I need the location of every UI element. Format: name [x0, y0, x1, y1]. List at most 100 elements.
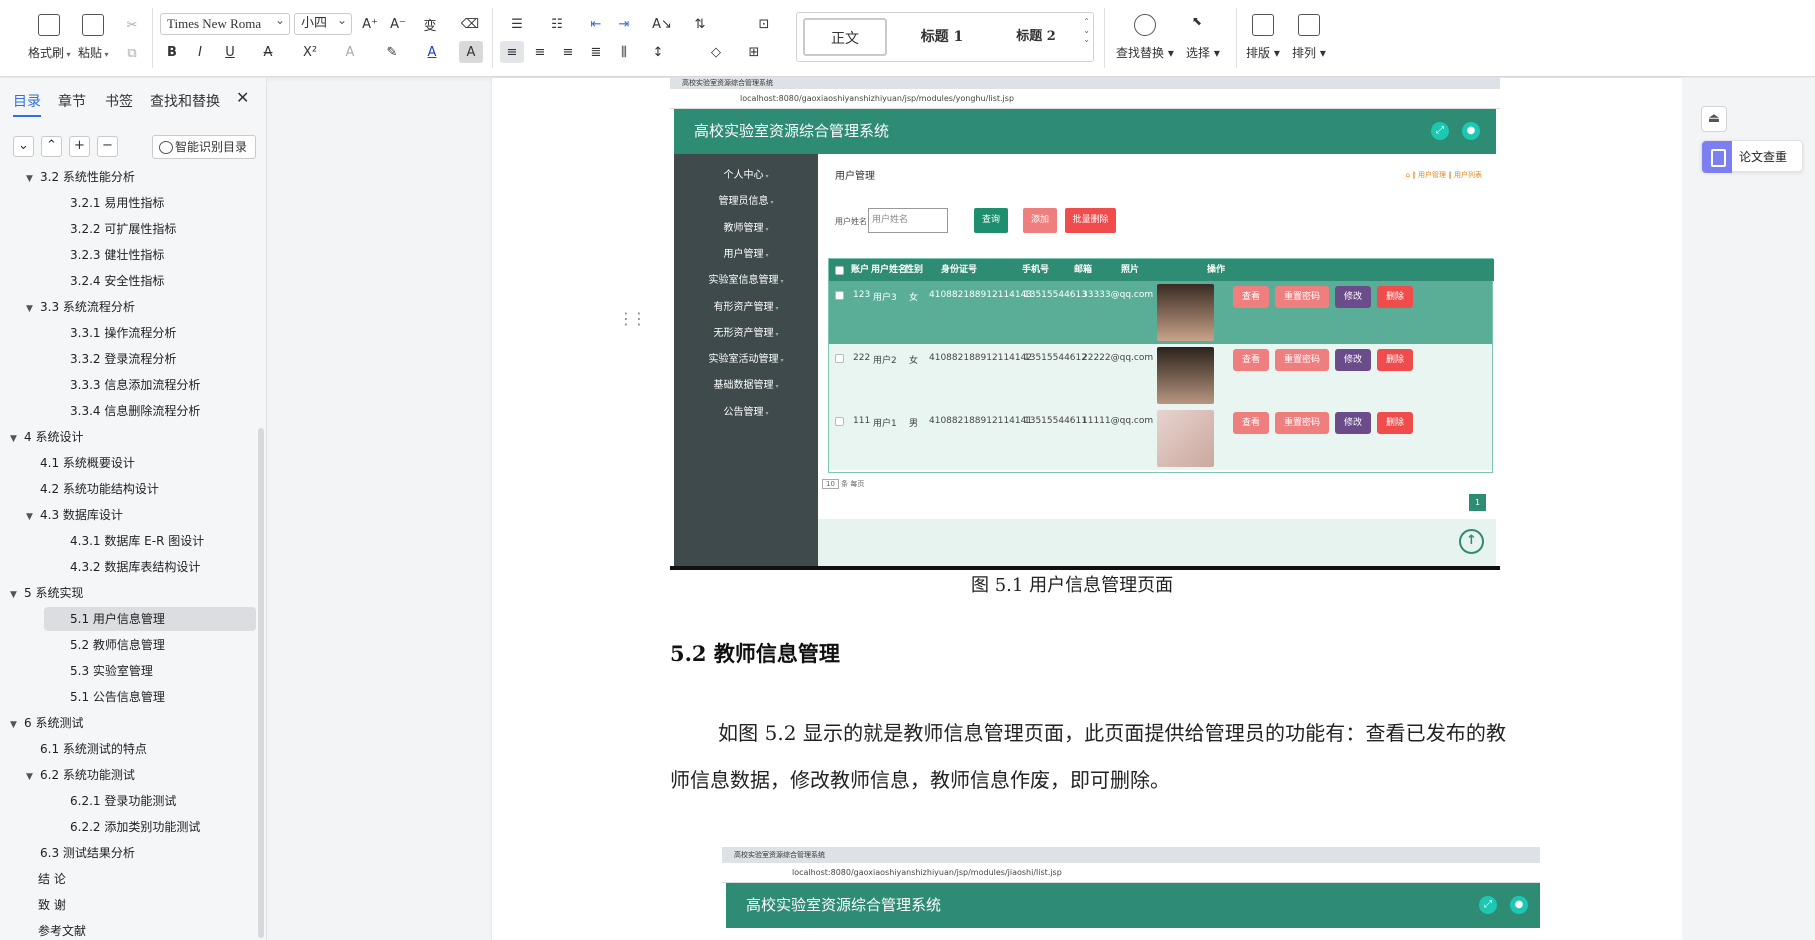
toc-item[interactable]: ▼ 4 系统设计	[10, 425, 83, 449]
toc-item[interactable]: 4.1 系统概要设计	[40, 451, 135, 475]
expand-arrow-icon[interactable]: ▼	[26, 170, 40, 191]
italic-icon[interactable]: I	[188, 41, 212, 63]
line-spacing-icon[interactable]: ↕	[646, 41, 670, 63]
tab-find-replace[interactable]: 查找和替换	[150, 91, 220, 111]
char-shading-icon[interactable]: A	[459, 41, 483, 63]
distributed-icon[interactable]: ⫼	[612, 41, 636, 63]
expand-arrow-icon[interactable]: ▼	[26, 505, 40, 529]
tab-chapters[interactable]: 章节	[58, 91, 86, 111]
toc-item[interactable]: 3.2.1 易用性指标	[70, 191, 164, 215]
user-photo	[1157, 410, 1214, 467]
expand-arrow-icon[interactable]: ▼	[10, 713, 24, 737]
justify-icon[interactable]: ≣	[584, 41, 608, 63]
toc-item[interactable]: 参考文献	[38, 919, 86, 940]
numbered-list-icon[interactable]: ☷	[545, 13, 569, 35]
toc-item[interactable]: ▼ 3.2 系统性能分析	[26, 170, 135, 189]
sort-icon[interactable]: ⇅	[688, 13, 712, 35]
highlight-icon[interactable]: ✎	[380, 41, 404, 63]
expand-icon[interactable]: ⌃	[41, 136, 62, 157]
toc-item[interactable]: 5.1 公告信息管理	[70, 685, 165, 709]
bold-icon[interactable]: B	[160, 41, 184, 63]
toc-item[interactable]: 4.2 系统功能结构设计	[40, 477, 159, 501]
paper-check-button[interactable]: 论文查重	[1701, 140, 1803, 173]
align-right-icon[interactable]: ≡	[556, 41, 580, 63]
tab-bookmarks[interactable]: 书签	[105, 91, 133, 111]
expand-arrow-icon[interactable]: ▼	[10, 583, 24, 607]
toc-item[interactable]: ▼ 4.3 数据库设计	[26, 503, 123, 527]
style-normal[interactable]: 正文	[803, 18, 887, 56]
remove-heading-icon[interactable]: −	[97, 136, 118, 157]
style-heading-1[interactable]: 标题 1	[897, 18, 987, 56]
app-title: 高校实验室资源综合管理系统	[694, 122, 890, 140]
toc-item[interactable]: 5.2 教师信息管理	[70, 633, 165, 657]
toc-item[interactable]: 5.3 实验室管理	[70, 659, 153, 683]
toc-item[interactable]: 6.2.1 登录功能测试	[70, 789, 176, 813]
expand-arrow-icon[interactable]: ▼	[26, 765, 40, 789]
expand-arrow-icon[interactable]: ▼	[10, 427, 24, 451]
superscript-icon[interactable]: X²	[298, 41, 322, 63]
phonetic-icon[interactable]: 变	[418, 13, 442, 35]
shading-icon[interactable]: ◇	[704, 41, 728, 63]
toc-item[interactable]: 结 论	[38, 867, 66, 891]
drag-handle-icon[interactable]: ⋮⋮	[618, 309, 647, 328]
add-heading-icon[interactable]: +	[69, 136, 90, 157]
show-marks-icon[interactable]: ⊡	[752, 13, 776, 35]
toc-item[interactable]: 3.2.4 安全性指标	[70, 269, 164, 293]
collapse-icon[interactable]: ⌄	[13, 136, 34, 157]
font-color-icon[interactable]: A	[420, 41, 444, 63]
smart-toc-button[interactable]: 智能识别目录	[152, 135, 256, 159]
toc-item[interactable]: 致 谢	[38, 893, 66, 917]
text-effect-icon[interactable]: A	[338, 41, 362, 63]
toc-list: ▼ 3.2 系统性能分析 3.2.1 易用性指标 3.2.2 可扩展性指标 3.2.3 …	[0, 170, 262, 940]
app-side-menu: 个人中心管理员信息教师管理用户管理实验室信息管理有形资产管理无形资产管理实验室活…	[674, 154, 818, 570]
find-replace-button[interactable]: 查找替换 ▾	[1116, 0, 1174, 61]
collapse-pane-icon[interactable]: ⏏	[1701, 106, 1727, 132]
user-icon: ●	[1462, 122, 1480, 140]
font-size-select[interactable]: 小四	[294, 13, 352, 35]
style-heading-2[interactable]: 标题 2	[991, 18, 1081, 56]
bullet-list-icon[interactable]: ☰	[505, 13, 529, 35]
close-icon[interactable]: ✕	[236, 88, 249, 107]
toc-item[interactable]: 3.3.2 登录流程分析	[70, 347, 176, 371]
toc-item[interactable]: 6.2.2 添加类别功能测试	[70, 815, 200, 839]
cut-icon[interactable]: ✂	[120, 14, 144, 36]
text-direction-icon[interactable]: A↘	[650, 13, 674, 35]
expand-arrow-icon[interactable]: ▼	[26, 297, 40, 321]
format-painter-button[interactable]: 格式刷	[28, 0, 71, 61]
select-button[interactable]: ⬉ 选择 ▾	[1186, 0, 1220, 61]
paste-button[interactable]: 粘贴	[78, 0, 109, 61]
style-scroll-icon[interactable]: ⌃ ⌄ ⌄	[1083, 17, 1090, 44]
border-icon[interactable]: ⊞	[742, 41, 766, 63]
toc-item[interactable]: ▼ 6.2 系统功能测试	[26, 763, 135, 787]
shrink-font-icon[interactable]: A⁻	[386, 13, 410, 35]
copy-icon[interactable]: ⧉	[120, 42, 144, 64]
toc-item[interactable]: ▼ 5 系统实现	[10, 581, 83, 605]
grow-font-icon[interactable]: A⁺	[358, 13, 382, 35]
toc-item[interactable]: 6.1 系统测试的特点	[40, 737, 147, 761]
align-left-icon[interactable]: ≡	[500, 41, 524, 63]
decrease-indent-icon[interactable]: ⇤	[584, 13, 608, 35]
toc-item[interactable]: 4.3.1 数据库 E-R 图设计	[70, 529, 204, 553]
table-cell: 女	[909, 293, 919, 303]
toc-item[interactable]: 3.3.4 信息删除流程分析	[70, 399, 200, 423]
toc-item[interactable]: ▼ 3.3 系统流程分析	[26, 295, 135, 319]
toc-item[interactable]: 3.2.2 可扩展性指标	[70, 217, 176, 241]
toc-item[interactable]: 4.3.2 数据库表结构设计	[70, 555, 200, 579]
tab-toc[interactable]: 目录	[13, 91, 41, 117]
font-name-select[interactable]: Times New Roma	[160, 13, 290, 35]
toc-item[interactable]: 6.3 测试结果分析	[40, 841, 135, 865]
arrange-button[interactable]: 排列 ▾	[1292, 0, 1326, 61]
underline-icon[interactable]: U	[218, 41, 242, 63]
toc-item[interactable]: 5.1 用户信息管理	[44, 607, 256, 631]
toc-item[interactable]: ▼ 6 系统测试	[10, 711, 83, 735]
toc-item[interactable]: 3.3.1 操作流程分析	[70, 321, 176, 345]
divider	[1104, 8, 1105, 68]
layout-button[interactable]: 排版 ▾	[1246, 0, 1280, 61]
increase-indent-icon[interactable]: ⇥	[612, 13, 636, 35]
strikethrough-icon[interactable]: A	[256, 41, 280, 63]
toc-item[interactable]: 3.3.3 信息添加流程分析	[70, 373, 200, 397]
align-center-icon[interactable]: ≡	[528, 41, 552, 63]
toc-item[interactable]: 3.2.3 健壮性指标	[70, 243, 164, 267]
clear-format-icon[interactable]: ⌫	[458, 13, 482, 35]
toc-scrollbar[interactable]	[258, 428, 264, 938]
